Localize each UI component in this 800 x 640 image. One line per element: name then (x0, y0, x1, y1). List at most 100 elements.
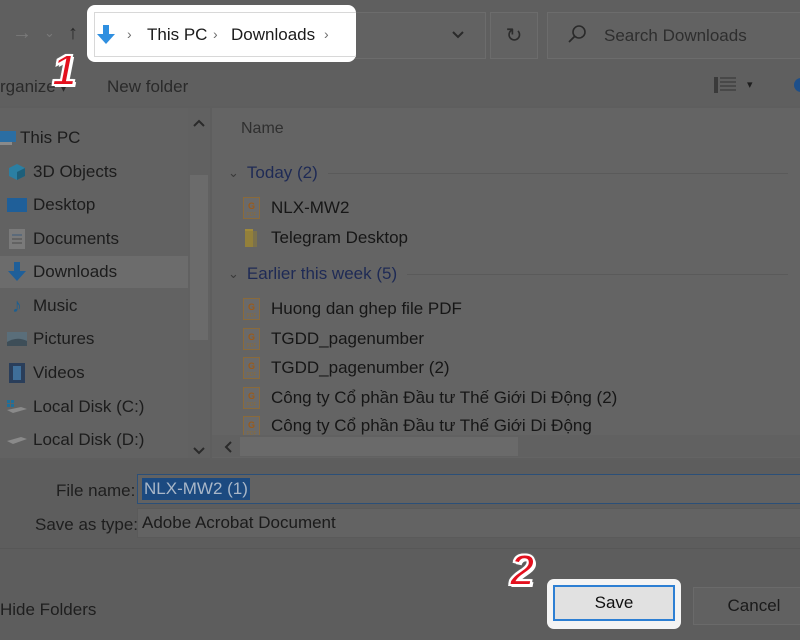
sidebar-item-local-disk-c[interactable]: Local Disk (C:) (0, 391, 188, 423)
search-placeholder: Search Downloads (604, 26, 747, 45)
sidebar-item-downloads[interactable]: Downloads (0, 256, 188, 288)
cancel-button[interactable]: Cancel (693, 587, 800, 625)
arrow-up-icon: ↑ (68, 22, 78, 44)
chevron-left-icon (224, 441, 232, 453)
file-name-label: File name: (56, 481, 136, 500)
refresh-icon: ↻ (505, 25, 523, 47)
breadcrumb-separator[interactable]: › (213, 26, 218, 42)
view-dropdown-button[interactable]: ▾ (747, 78, 753, 91)
file-row[interactable]: G PDF Công ty Cổ phần Đầu tư Thế Giới Di … (243, 384, 617, 412)
file-row[interactable]: G PDF TGDD_pagenumber (243, 325, 424, 353)
file-name: Công ty Cổ phần Đầu tư Thế Giới Di Động … (271, 388, 618, 407)
file-name: Telegram Desktop (271, 228, 409, 247)
svg-text:PDF: PDF (247, 212, 257, 218)
pdf-file-icon: GPDF (243, 328, 260, 350)
file-row[interactable]: G PDF NLX-MW2 (243, 194, 349, 222)
back-button[interactable]: → (12, 22, 32, 45)
file-name-input[interactable]: NLX-MW2 (1) (137, 474, 800, 504)
svg-text:G: G (248, 391, 255, 401)
svg-text:G: G (248, 201, 255, 211)
scroll-up-button[interactable] (193, 114, 205, 130)
download-arrow-icon (97, 25, 115, 44)
hide-folders-button[interactable]: Hide Folders (0, 600, 96, 620)
picture-icon (7, 329, 27, 349)
breadcrumb-separator[interactable]: › (324, 26, 329, 42)
recent-locations-button[interactable]: ⌄ (44, 25, 55, 41)
address-bar[interactable] (94, 12, 356, 57)
group-divider (407, 273, 788, 275)
address-bar-extension[interactable] (355, 12, 486, 59)
scroll-left-button[interactable] (224, 440, 232, 458)
scroll-down-button[interactable] (193, 442, 205, 458)
step-2-marker: 2 (509, 545, 536, 596)
file-row[interactable]: G PDF TGDD_pagenumber (2) (243, 354, 450, 382)
horizontal-scrollbar-thumb[interactable] (240, 437, 518, 456)
download-icon (7, 262, 27, 282)
desktop-icon (7, 195, 27, 215)
group-divider (327, 172, 788, 174)
file-row[interactable]: G PDF Huong dan ghep file PDF (243, 295, 462, 323)
save-as-type-value: Adobe Acrobat Document (142, 513, 336, 532)
sidebar-item-local-disk-d[interactable]: Local Disk (D:) (0, 424, 188, 456)
column-header-name[interactable]: Name (241, 120, 284, 138)
file-name: TGDD_pagenumber (271, 329, 425, 348)
group-header-earlier-this-week[interactable]: ⌄ Earlier this week (5) (228, 264, 788, 284)
up-button[interactable]: ↑ (68, 22, 78, 45)
sidebar-item-desktop[interactable]: Desktop (0, 189, 188, 221)
drive-icon (7, 430, 27, 450)
chevron-down-icon (193, 447, 205, 455)
breadcrumb-downloads[interactable]: Downloads (231, 25, 315, 45)
address-dropdown-button[interactable] (452, 26, 464, 42)
computer-icon (0, 128, 18, 148)
sidebar-item-documents[interactable]: Documents (0, 223, 188, 255)
music-note-icon: ♪ (12, 294, 22, 317)
new-folder-button[interactable]: New folder (107, 77, 188, 97)
pdf-file-icon: GPDF (243, 197, 260, 219)
svg-text:G: G (248, 420, 255, 430)
breadcrumb-this-pc[interactable]: This PC (147, 25, 207, 45)
svg-text:G: G (248, 332, 255, 342)
save-button[interactable]: Save (553, 585, 675, 621)
film-icon (7, 363, 27, 383)
scrollbar-thumb[interactable] (190, 175, 208, 340)
folder-icon (245, 229, 257, 247)
svg-text:PDF: PDF (247, 343, 257, 349)
details-view-icon (714, 77, 736, 93)
group-header-today[interactable]: ⌄ Today (2) (228, 163, 788, 183)
breadcrumb-separator: › (127, 26, 132, 42)
sidebar-item-videos[interactable]: Videos (0, 357, 188, 389)
chevron-down-icon: ⌄ (44, 25, 55, 40)
organize-label: rganize (0, 77, 56, 96)
save-button-highlight: Save (547, 579, 681, 629)
pdf-file-icon: GPDF (243, 298, 260, 320)
svg-text:PDF: PDF (247, 313, 257, 319)
address-bar-highlight[interactable]: › This PC › Downloads › (87, 5, 356, 62)
file-row[interactable]: Telegram Desktop (243, 224, 408, 252)
chevron-up-icon (193, 119, 205, 127)
svg-text:G: G (248, 361, 255, 371)
file-row[interactable]: G PDF Công ty Cổ phần Đầu tư Thế Giới Di … (243, 413, 592, 435)
document-icon (7, 229, 27, 249)
navigation-pane: This PC 3D Objects Desktop Documents Dow… (0, 108, 210, 458)
svg-text:PDF: PDF (247, 372, 257, 378)
chevron-down-icon: ⌄ (228, 165, 239, 180)
svg-text:PDF: PDF (247, 402, 257, 408)
refresh-button[interactable]: ↻ (490, 12, 538, 59)
sidebar-item-this-pc[interactable]: This PC (0, 122, 188, 154)
search-box[interactable]: Search Downloads (547, 12, 800, 59)
view-options-button[interactable] (714, 76, 736, 99)
footer-divider (0, 548, 800, 549)
sidebar-item-pictures[interactable]: Pictures (0, 323, 188, 355)
chevron-down-icon: ⌄ (228, 266, 239, 281)
search-icon (568, 25, 586, 43)
pdf-file-icon: GPDF (243, 416, 260, 435)
save-as-type-select[interactable]: Adobe Acrobat Document (137, 508, 800, 538)
pdf-file-icon: GPDF (243, 357, 260, 379)
file-name: Công ty Cổ phần Đầu tư Thế Giới Di Động (271, 416, 592, 435)
file-name: Huong dan ghep file PDF (271, 299, 462, 318)
drive-icon (7, 397, 27, 417)
sidebar-item-music[interactable]: ♪ Music (0, 290, 188, 322)
file-name: NLX-MW2 (271, 198, 350, 217)
sidebar-item-3d-objects[interactable]: 3D Objects (0, 156, 188, 188)
arrow-left-icon: → (12, 22, 32, 44)
